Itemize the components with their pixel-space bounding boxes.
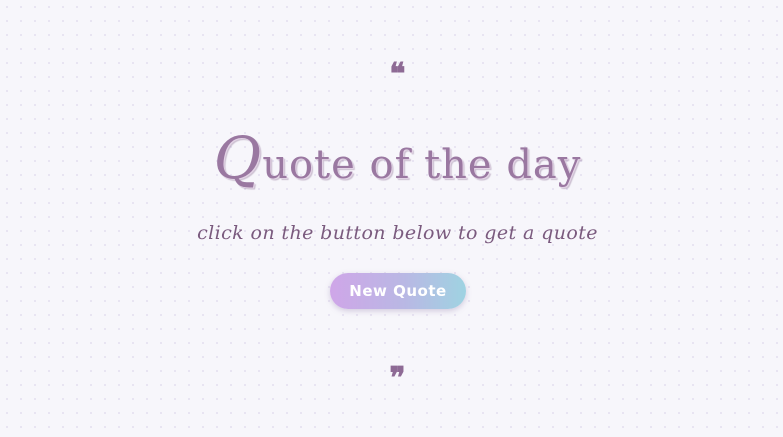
- quote-text: click on the button below to get a quote: [197, 222, 598, 244]
- open-quote-icon: ❝: [389, 57, 406, 92]
- title-initial: Q: [213, 124, 263, 192]
- new-quote-button[interactable]: New Quote: [330, 273, 466, 309]
- title-text: uote of the day: [262, 142, 582, 188]
- close-quote-icon: ❞: [389, 361, 406, 396]
- quote-page: ❝ Quote of the day click on the button b…: [0, 0, 783, 437]
- page-title: Quote of the day: [0, 118, 783, 205]
